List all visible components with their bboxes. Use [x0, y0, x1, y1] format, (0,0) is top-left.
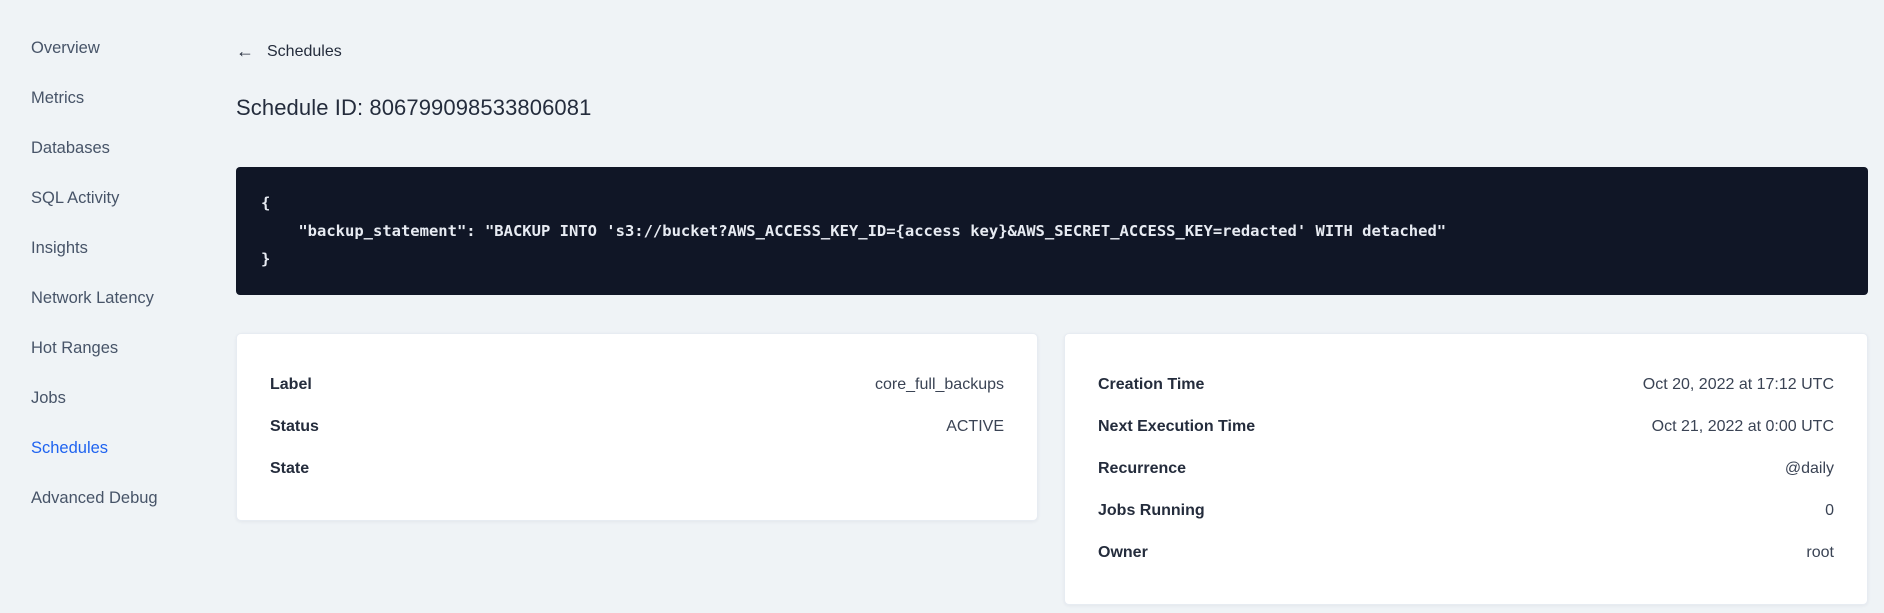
card-row-label: Label core_full_backups — [270, 364, 1004, 406]
card-row-creation-time: Creation Time Oct 20, 2022 at 17:12 UTC — [1098, 364, 1834, 406]
row-value: root — [1806, 544, 1834, 561]
schedule-detail-page: Overview Metrics Databases SQL Activity … — [0, 0, 1884, 613]
sidebar-item-overview[interactable]: Overview — [0, 23, 236, 73]
row-label: Owner — [1098, 544, 1148, 561]
row-value: ACTIVE — [946, 418, 1004, 435]
row-label: Next Execution Time — [1098, 418, 1256, 435]
sidebar-item-databases[interactable]: Databases — [0, 123, 236, 173]
sidebar-item-network-latency[interactable]: Network Latency — [0, 273, 236, 323]
sidebar-item-metrics[interactable]: Metrics — [0, 73, 236, 123]
back-link-schedules[interactable]: ← Schedules — [236, 41, 342, 61]
row-label: Jobs Running — [1098, 502, 1205, 519]
card-row-state: State — [270, 448, 1004, 490]
schedule-info-card: Label core_full_backups Status ACTIVE St… — [236, 333, 1038, 521]
row-label: Recurrence — [1098, 460, 1187, 477]
back-arrow-icon: ← — [236, 41, 254, 61]
row-value: Oct 20, 2022 at 17:12 UTC — [1642, 376, 1834, 393]
back-link-label: Schedules — [267, 43, 342, 60]
schedule-definition-code: { "backup_statement": "BACKUP INTO 's3:/… — [236, 167, 1868, 295]
row-label: Creation Time — [1098, 376, 1205, 393]
row-value: core_full_backups — [875, 376, 1004, 393]
sidebar-item-jobs[interactable]: Jobs — [0, 373, 236, 423]
main-content: ← Schedules Schedule ID: 806799098533806… — [236, 0, 1868, 613]
detail-cards-row: Label core_full_backups Status ACTIVE St… — [236, 333, 1868, 605]
card-row-jobs-running: Jobs Running 0 — [1098, 490, 1834, 532]
row-value: 0 — [1825, 502, 1834, 519]
card-row-recurrence: Recurrence @daily — [1098, 448, 1834, 490]
page-title: Schedule ID: 806799098533806081 — [236, 95, 592, 120]
sidebar-item-hot-ranges[interactable]: Hot Ranges — [0, 323, 236, 373]
sidebar: Overview Metrics Databases SQL Activity … — [0, 0, 236, 613]
card-row-next-execution-time: Next Execution Time Oct 21, 2022 at 0:00… — [1098, 406, 1834, 448]
sidebar-item-schedules[interactable]: Schedules — [0, 423, 236, 473]
row-label: Status — [270, 418, 319, 435]
sidebar-item-advanced-debug[interactable]: Advanced Debug — [0, 473, 236, 523]
execution-info-card: Creation Time Oct 20, 2022 at 17:12 UTC … — [1064, 333, 1868, 605]
row-value: Oct 21, 2022 at 0:00 UTC — [1651, 418, 1834, 435]
sidebar-item-insights[interactable]: Insights — [0, 223, 236, 273]
row-label: State — [270, 460, 310, 477]
sidebar-nav-list: Overview Metrics Databases SQL Activity … — [0, 23, 236, 523]
card-row-status: Status ACTIVE — [270, 406, 1004, 448]
row-label: Label — [270, 376, 312, 393]
card-row-owner: Owner root — [1098, 532, 1834, 574]
row-value: @daily — [1784, 460, 1834, 477]
sidebar-item-sql-activity[interactable]: SQL Activity — [0, 173, 236, 223]
